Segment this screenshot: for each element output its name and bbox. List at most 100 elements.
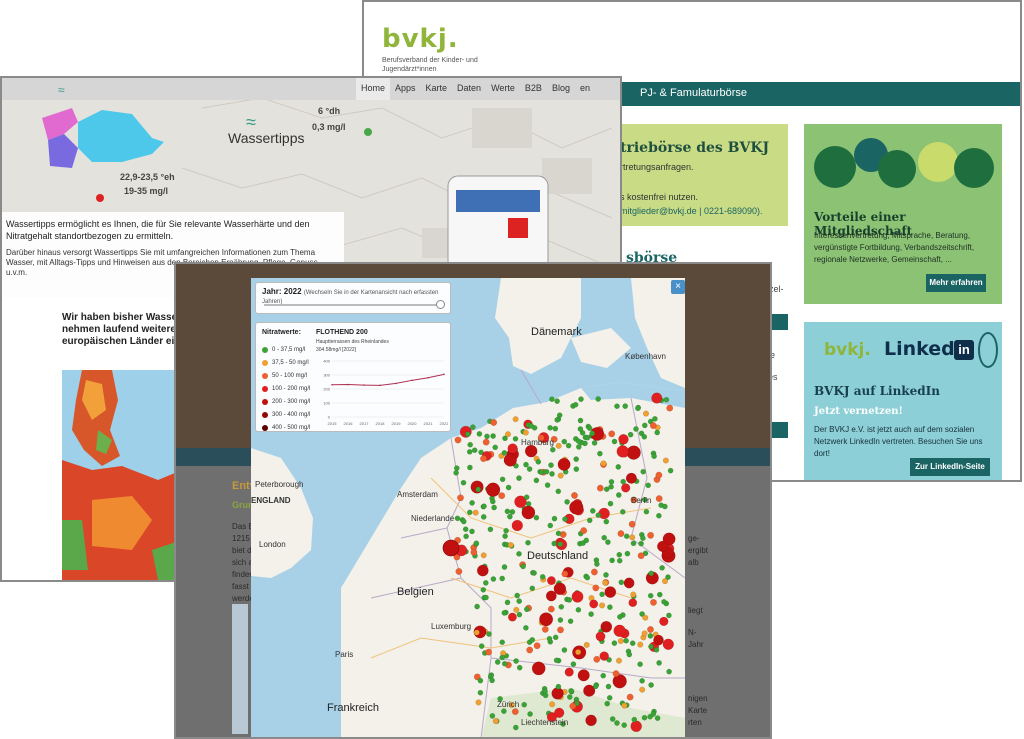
text-fragment: rten [688, 718, 702, 727]
linkedin-in-icon: in [954, 340, 974, 360]
measurement-point [640, 468, 647, 475]
measurement-point [616, 551, 623, 558]
measurement-point [608, 478, 615, 485]
legend-row: 200 - 300 mg/l [262, 395, 310, 408]
measurement-point [484, 433, 490, 440]
measurement-point [494, 659, 501, 665]
nav-item-pj-famulaturboerse[interactable]: PJ- & Famulaturbörse [640, 87, 747, 99]
bvkj-logo[interactable]: bvkj. Berufsverband der Kinder- und Juge… [382, 24, 502, 74]
measurement-point [662, 503, 668, 510]
measurement-point [588, 611, 594, 617]
measurement-point [571, 590, 584, 603]
measurement-point [617, 614, 623, 620]
measurement-point [622, 403, 629, 409]
measurement-point [467, 441, 473, 448]
measurement-point [501, 450, 508, 456]
chart-y-tick-label: 0 [328, 415, 331, 420]
close-icon[interactable]: × [671, 280, 685, 294]
measurement-point [611, 640, 618, 646]
nav-daten[interactable]: Daten [452, 78, 486, 100]
measurement-point [531, 570, 537, 576]
measurement-point [489, 498, 496, 505]
measurement-point [504, 599, 511, 606]
measurement-point [641, 422, 648, 429]
measurement-point [513, 606, 520, 613]
year-slider-thumb[interactable] [436, 300, 445, 309]
legend-row: 50 - 100 mg/l [262, 369, 310, 382]
measurement-point [553, 657, 560, 664]
measurement-point [554, 417, 561, 423]
measurement-point [651, 392, 663, 404]
year-slider-track[interactable] [264, 304, 442, 306]
measurement-point [603, 518, 610, 525]
nav-home[interactable]: Home [356, 78, 391, 100]
legend-swatch [262, 359, 268, 366]
stellenboerse-contact[interactable]: mitglieder@bvkj.de | 0221-689090). [620, 206, 763, 216]
measurement-point [604, 586, 617, 598]
measurement-point [599, 602, 606, 609]
measurement-point [575, 649, 582, 656]
measurement-point [605, 539, 611, 545]
nav-blog[interactable]: Blog [547, 78, 575, 100]
measurement-point [504, 508, 511, 515]
stellenboerse-title: triebörse des BVKJ [620, 140, 770, 156]
linkedin-page-button[interactable]: Zur LinkedIn-Seite [910, 458, 990, 476]
measurement-point [545, 590, 557, 602]
linkedin-card: bvkj. Linked in BVKJ auf LinkedIn Jetzt … [804, 322, 1002, 480]
measurement-point [490, 419, 498, 426]
selected-station-point [442, 539, 460, 557]
measurement-point [573, 466, 580, 472]
linkedin-subtitle: Jetzt vernetzen! [814, 406, 903, 417]
europe-hardness-map[interactable] [62, 370, 182, 580]
wassertipps-navbar: ≈ Home Apps Karte Daten Werte B2B Blog e… [2, 78, 620, 100]
measurement-point [480, 514, 487, 520]
measurement-point [661, 598, 667, 605]
membership-text: Interessenvertretung, Mitsprache, Beratu… [814, 231, 975, 264]
nav-apps[interactable]: Apps [390, 78, 421, 100]
measurement-point [656, 660, 662, 666]
measurement-point [571, 492, 578, 499]
measurement-point [621, 483, 631, 493]
measurement-point [655, 471, 663, 479]
nav-lang-en[interactable]: en [575, 78, 595, 100]
measurement-point [480, 455, 487, 463]
measurement-point [503, 527, 509, 534]
mehr-erfahren-button[interactable]: Mehr erfahren [926, 274, 986, 292]
measurement-point [647, 592, 654, 599]
measurement-point [533, 477, 540, 484]
measurement-point [597, 450, 603, 457]
measurement-point [594, 561, 600, 567]
linkedin-wordmark: Linked [884, 338, 955, 360]
measurement-point [623, 637, 629, 644]
measurement-point [555, 442, 562, 449]
measurement-point [617, 530, 625, 538]
measurement-point [522, 429, 529, 436]
measurement-point [633, 426, 639, 432]
measurement-point [562, 516, 568, 522]
nav-werte[interactable]: Werte [486, 78, 520, 100]
measurement-point [539, 612, 553, 627]
nav-karte[interactable]: Karte [421, 78, 453, 100]
chart-point [427, 377, 429, 379]
measurement-point [558, 603, 565, 610]
station-subtitle: Hauptterrassen des Rheinlandes [316, 339, 389, 345]
nav-b2b[interactable]: B2B [520, 78, 547, 100]
measurement-point [650, 598, 657, 606]
measurement-point [595, 512, 602, 518]
measurement-point [603, 572, 609, 578]
text-fragment: biet d [232, 546, 252, 555]
map-nitrate-label: 0,3 mg/l [312, 122, 346, 132]
measurement-point [613, 624, 626, 637]
measurement-point [512, 435, 519, 442]
wassertipps-logo-icon[interactable]: ≈ [58, 83, 65, 97]
measurement-point [637, 661, 643, 668]
measurement-point [529, 585, 536, 592]
map-nitrate-label: 19-35 mg/l [124, 186, 169, 196]
measurement-point [643, 410, 650, 417]
measurement-point [551, 540, 558, 547]
measurement-point [643, 508, 650, 515]
nitrate-map[interactable]: Dänemark Deutschland Niederlande Belgien… [251, 278, 685, 737]
chart-point [379, 384, 381, 387]
legend-row: 400 - 500 mg/l [262, 421, 310, 434]
group-icon [814, 146, 856, 188]
